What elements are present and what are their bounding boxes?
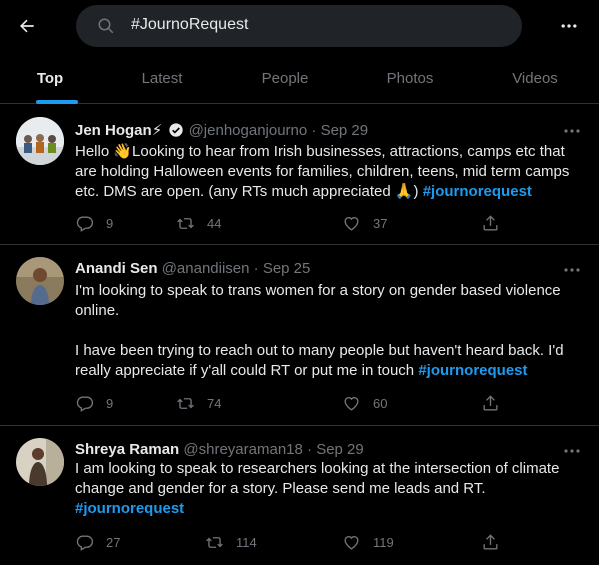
- tweet-header: Anandi Sen @anandiisen · Sep 25: [75, 260, 310, 277]
- tweet[interactable]: Jen Hogan⚡ @jenhoganjourno · Sep 29 Hell…: [0, 104, 599, 245]
- tweet[interactable]: Shreya Raman @shreyaraman18 · Sep 29 I a…: [0, 426, 599, 565]
- hashtag-link[interactable]: #journorequest: [418, 362, 527, 379]
- tweet-line: really appreciate if y'all could RT or p…: [75, 361, 575, 381]
- name-emoji: ⚡: [151, 122, 163, 139]
- heart-icon: [344, 216, 359, 231]
- reply-icon: [76, 215, 94, 232]
- reply-button[interactable]: 27: [75, 532, 120, 552]
- tweet-date[interactable]: Sep 25: [263, 260, 311, 277]
- user-handle[interactable]: @shreyaraman18: [183, 441, 302, 458]
- retweet-icon: [177, 397, 194, 409]
- tweet-text: I am looking to speak to researchers loo…: [75, 459, 575, 519]
- share-button[interactable]: [481, 213, 500, 233]
- avatar[interactable]: [16, 438, 64, 486]
- tweet[interactable]: Anandi Sen @anandiisen · Sep 25 I'm look…: [0, 245, 599, 426]
- tweet-line-text: really appreciate if y'all could RT or p…: [75, 362, 419, 379]
- reply-count: 27: [106, 534, 121, 550]
- share-button[interactable]: [481, 393, 500, 413]
- retweet-count: 114: [236, 534, 257, 550]
- tab-videos[interactable]: Videos: [485, 54, 585, 103]
- retweet-icon: [206, 536, 223, 548]
- user-handle[interactable]: @anandiisen: [162, 260, 250, 277]
- tweet-more-icon[interactable]: [562, 124, 582, 138]
- user-handle[interactable]: @jenhoganjourno: [189, 122, 308, 139]
- share-icon: [483, 214, 498, 231]
- reply-button[interactable]: 9: [75, 393, 113, 413]
- retweet-icon: [177, 217, 194, 229]
- hashtag-link[interactable]: #journorequest: [423, 183, 532, 200]
- search-input[interactable]: #JournoRequest: [76, 5, 522, 47]
- like-count: 37: [373, 215, 388, 231]
- tweet-line: etc. DMS are open. (any RTs much appreci…: [75, 182, 575, 202]
- tweet-actions: 9 74 60: [75, 393, 515, 413]
- retweet-button[interactable]: 44: [176, 213, 221, 233]
- like-button[interactable]: 37: [342, 213, 387, 233]
- verified-badge-icon: [169, 123, 184, 137]
- tweet-more-icon[interactable]: [562, 444, 582, 458]
- tab-top[interactable]: Top: [0, 54, 100, 103]
- retweet-count: 74: [207, 395, 222, 411]
- tweet-line-text: etc. DMS are open. (any RTs much appreci…: [75, 183, 423, 200]
- tweet-line: online.: [75, 302, 120, 319]
- share-icon: [483, 394, 498, 411]
- share-icon: [483, 533, 498, 550]
- search-icon: [98, 18, 114, 34]
- reply-icon: [76, 534, 94, 551]
- heart-icon: [344, 535, 359, 550]
- heart-icon: [344, 396, 359, 411]
- tab-people[interactable]: People: [235, 54, 335, 103]
- separator: ·: [249, 260, 263, 277]
- tweet-line: I'm looking to speak to trans women for …: [75, 282, 561, 299]
- tweet-more-icon[interactable]: [562, 263, 582, 277]
- tweet-text: Hello 👋Looking to hear from Irish busine…: [75, 142, 575, 202]
- top-bar: #JournoRequest: [0, 0, 599, 54]
- avatar[interactable]: [16, 257, 64, 305]
- tweet-line: #journorequest: [75, 499, 575, 519]
- tweet-actions: 27 114 119: [75, 532, 515, 552]
- display-name[interactable]: Jen Hogan: [75, 122, 152, 139]
- reply-count: 9: [106, 215, 114, 231]
- like-button[interactable]: 60: [342, 393, 387, 413]
- tweet-text: I'm looking to speak to trans women for …: [75, 281, 575, 381]
- like-count: 60: [373, 395, 388, 411]
- display-name[interactable]: Shreya Raman: [75, 441, 179, 458]
- separator: ·: [307, 122, 321, 139]
- reply-count: 9: [106, 395, 114, 411]
- share-button[interactable]: [481, 532, 500, 552]
- reply-button[interactable]: 9: [75, 213, 113, 233]
- tweet-date[interactable]: Sep 29: [316, 441, 364, 458]
- hashtag-link[interactable]: #journorequest: [75, 500, 184, 517]
- tweet-date[interactable]: Sep 29: [321, 122, 369, 139]
- search-tabs: Top Latest People Photos Videos: [0, 54, 599, 104]
- tweet-line: I have been trying to reach out to many …: [75, 342, 564, 359]
- tweet-line: I am looking to speak to researchers loo…: [75, 460, 560, 477]
- tab-photos[interactable]: Photos: [360, 54, 460, 103]
- tweet-actions: 9 44 37: [75, 213, 515, 233]
- tab-latest[interactable]: Latest: [112, 54, 212, 103]
- tweet-header: Jen Hogan⚡ @jenhoganjourno · Sep 29: [75, 121, 368, 139]
- retweet-button[interactable]: 114: [205, 532, 257, 552]
- tweet-line: change and gender for a story. Please se…: [75, 480, 486, 497]
- retweet-count: 44: [207, 215, 222, 231]
- display-name[interactable]: Anandi Sen: [75, 260, 158, 277]
- avatar[interactable]: [16, 117, 64, 165]
- more-options-icon[interactable]: [556, 13, 582, 39]
- tweet-line: Hello 👋Looking to hear from Irish busine…: [75, 143, 565, 160]
- like-button[interactable]: 119: [342, 532, 394, 552]
- like-count: 119: [373, 534, 394, 550]
- tweet-line: [75, 321, 575, 341]
- tweet-header: Shreya Raman @shreyaraman18 · Sep 29: [75, 441, 364, 458]
- search-query: #JournoRequest: [131, 16, 249, 33]
- back-arrow-icon[interactable]: [10, 9, 44, 43]
- retweet-button[interactable]: 74: [176, 393, 221, 413]
- tweet-line: are holding Halloween events for familie…: [75, 163, 570, 180]
- separator: ·: [302, 441, 317, 458]
- reply-icon: [76, 395, 94, 412]
